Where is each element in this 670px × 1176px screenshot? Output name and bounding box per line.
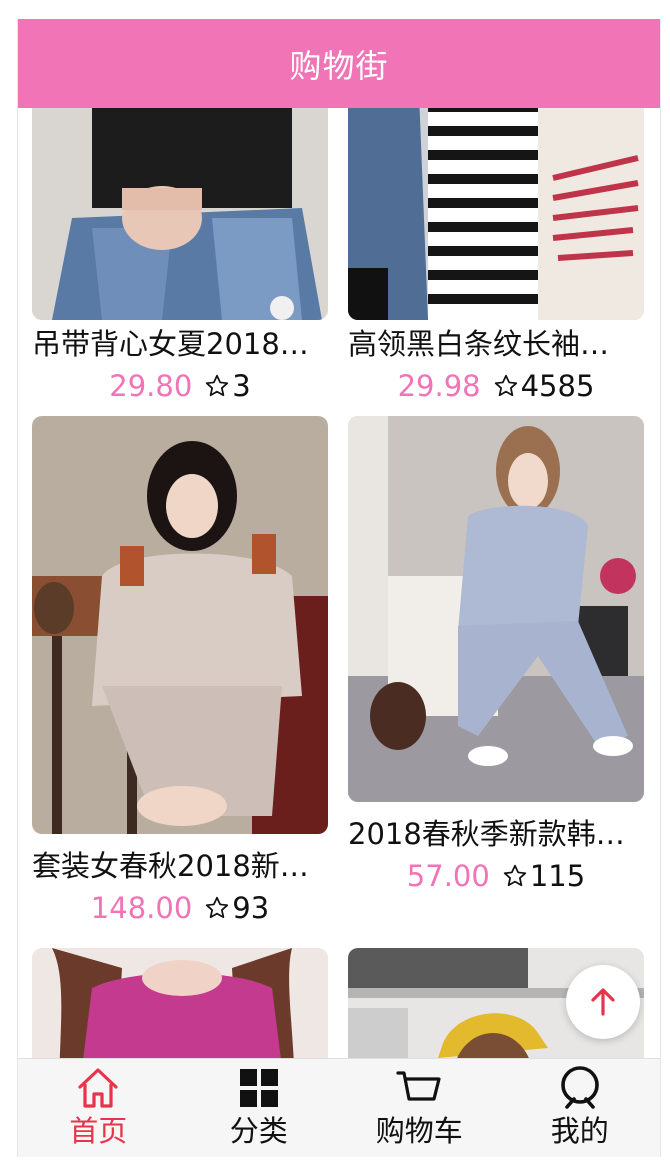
home-icon [78, 1068, 118, 1108]
tab-bar: 首页 分类 购物车 我的 [18, 1058, 660, 1157]
goods-title: 高领黑白条纹长袖… [348, 327, 610, 361]
goods-collect-count: 3 [232, 369, 251, 403]
tab-label: 我的 [550, 1114, 609, 1148]
goods-price: 148.00 [90, 891, 193, 925]
goods-meta: 57.00 115 [348, 856, 644, 896]
goods-collect-count: 4585 [520, 369, 595, 403]
tab-label: 分类 [229, 1114, 288, 1148]
goods-image[interactable] [32, 948, 328, 1058]
goods-item[interactable]: 套装女春秋2018新… 148.00 93 [32, 416, 328, 936]
profile-icon [560, 1066, 599, 1109]
star-outline-icon [503, 864, 526, 887]
goods-meta: 148.00 93 [32, 888, 328, 928]
tab-label: 购物车 [375, 1114, 463, 1148]
phone-screen: 购物街 吊带背心女夏2018… 29.80 3 高领黑白条纹长袖… 29.98 … [17, 19, 661, 1157]
tab-label: 首页 [69, 1114, 128, 1148]
goods-image[interactable] [32, 108, 328, 320]
goods-title: 套装女春秋2018新… [32, 849, 309, 883]
goods-title: 2018春秋季新款韩… [348, 817, 625, 851]
goods-title: 吊带背心女夏2018… [32, 327, 309, 361]
goods-item[interactable]: 高领黑白条纹长袖… 29.98 4585 [348, 108, 644, 408]
goods-item[interactable]: 吊带背心女夏2018… 29.80 3 [32, 108, 328, 408]
goods-image[interactable] [32, 416, 328, 834]
goods-list[interactable]: 吊带背心女夏2018… 29.80 3 高领黑白条纹长袖… 29.98 4585… [18, 108, 660, 1058]
goods-item[interactable] [32, 948, 328, 1058]
star-outline-icon [494, 374, 517, 397]
goods-meta: 29.80 3 [32, 366, 328, 406]
goods-item[interactable]: 2018春秋季新款韩… 57.00 115 [348, 416, 644, 906]
back-to-top-button[interactable] [566, 965, 640, 1039]
goods-collect-count: 115 [529, 859, 586, 893]
page-title: 购物街 [289, 46, 389, 85]
shopping-cart-icon [396, 1071, 441, 1101]
tab-home[interactable]: 首页 [18, 1059, 179, 1157]
goods-image[interactable] [348, 416, 644, 802]
star-outline-icon [206, 896, 229, 919]
goods-collect-count: 93 [232, 891, 270, 925]
goods-price: 29.98 [397, 369, 481, 403]
tab-category[interactable]: 分类 [179, 1059, 340, 1157]
tab-cart[interactable]: 购物车 [339, 1059, 500, 1157]
star-outline-icon [206, 374, 229, 397]
goods-meta: 29.98 4585 [348, 366, 644, 406]
arrow-up-icon [591, 988, 615, 1016]
goods-price: 29.80 [109, 369, 193, 403]
nav-bar: 购物街 [18, 19, 660, 108]
category-grid-icon [239, 1069, 278, 1107]
tab-profile[interactable]: 我的 [500, 1059, 661, 1157]
goods-price: 57.00 [406, 859, 490, 893]
goods-image[interactable] [348, 108, 644, 320]
